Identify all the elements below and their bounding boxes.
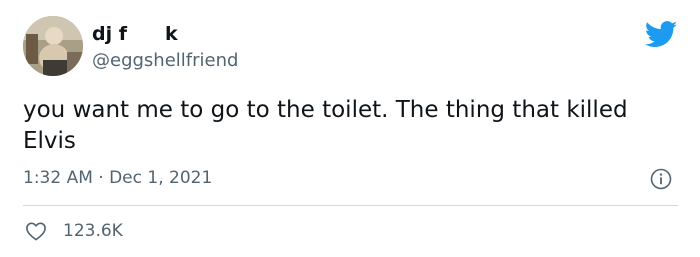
tweet-text: you want me to go to the toilet. The thi… <box>23 97 628 154</box>
display-name[interactable]: dj f k <box>92 22 178 46</box>
divider <box>23 205 678 206</box>
like-count[interactable]: 123.6K <box>63 220 123 242</box>
info-icon[interactable] <box>650 168 672 190</box>
heart-icon[interactable] <box>25 221 47 241</box>
tweet-timestamp[interactable]: 1:32 AM · Dec 1, 2021 <box>23 167 212 189</box>
user-handle[interactable]: @eggshellfriend <box>92 50 238 72</box>
avatar[interactable] <box>23 16 83 76</box>
twitter-bird-icon[interactable] <box>645 21 678 48</box>
tweet-card: dj f k @eggshellfriend you want me to go… <box>0 0 700 257</box>
